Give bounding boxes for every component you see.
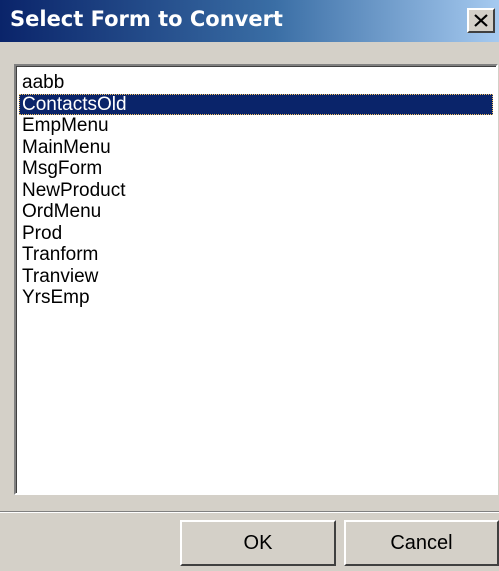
cancel-button[interactable]: Cancel — [344, 520, 499, 566]
window-title: Select Form to Convert — [10, 7, 283, 31]
list-item[interactable]: Tranview — [19, 266, 493, 288]
close-button[interactable] — [467, 8, 495, 33]
list-item[interactable]: NewProduct — [19, 180, 493, 202]
list-item[interactable]: Tranform — [19, 244, 493, 266]
list-item[interactable]: YrsEmp — [19, 287, 493, 309]
form-list: aabb ContactsOld EmpMenu MainMenu MsgForm New… — [19, 72, 493, 309]
select-form-dialog: Select Form to Convert aabb ContactsOld Em… — [0, 0, 499, 571]
list-item[interactable]: MsgForm — [19, 158, 493, 180]
title-bar[interactable]: Select Form to Convert — [0, 0, 499, 42]
list-item[interactable]: ContactsOld — [19, 93, 493, 115]
ok-button[interactable]: OK — [180, 520, 336, 566]
list-item[interactable]: MainMenu — [19, 137, 493, 159]
list-item[interactable]: EmpMenu — [19, 115, 493, 137]
list-item[interactable]: OrdMenu — [19, 201, 493, 223]
button-area-divider — [0, 511, 499, 513]
list-item[interactable]: aabb — [19, 72, 493, 94]
list-item[interactable]: Prod — [19, 223, 493, 245]
close-icon — [474, 14, 488, 27]
form-listbox[interactable]: aabb ContactsOld EmpMenu MainMenu MsgForm New… — [14, 64, 498, 495]
